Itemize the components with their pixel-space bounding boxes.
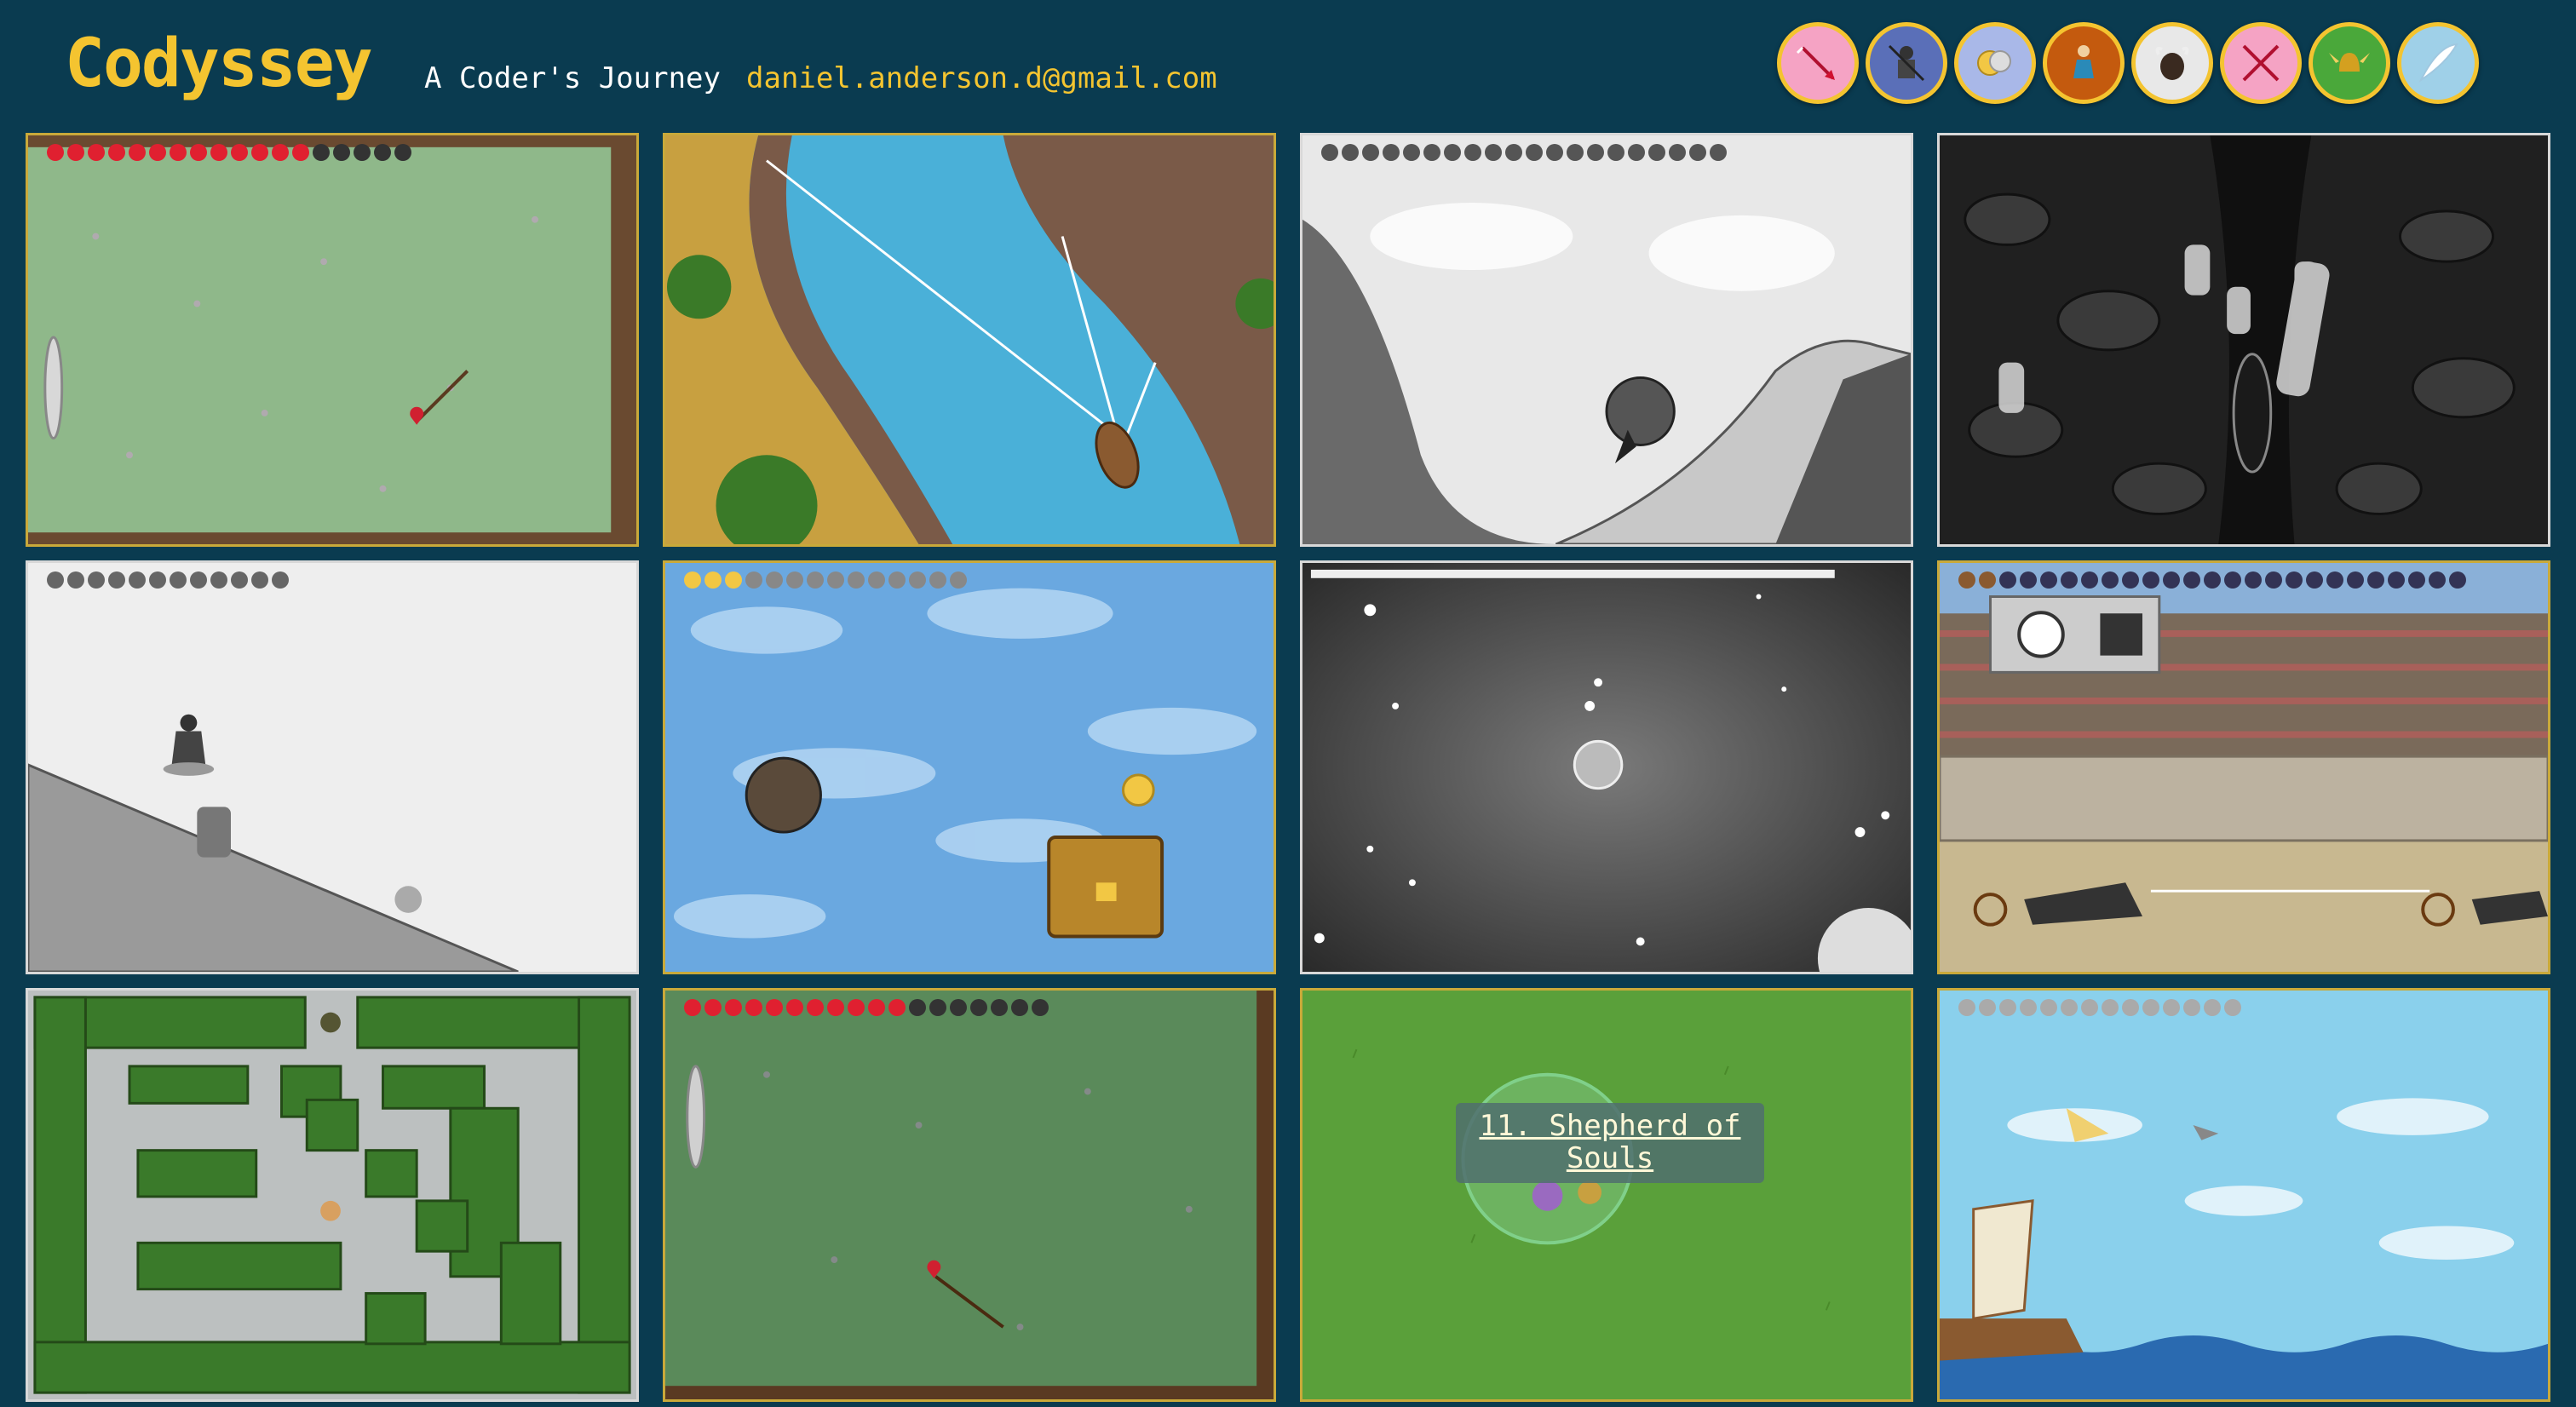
app-logo[interactable]: Codyssey [65, 26, 373, 102]
arrow-count [47, 571, 289, 589]
achievement-badges [1777, 22, 2479, 104]
arrow-icon[interactable] [1777, 22, 1859, 104]
sea-scene [1940, 991, 2548, 1399]
level-tile-6[interactable] [663, 560, 1276, 974]
sky-scene [665, 563, 1274, 972]
sheep-icon [1532, 1180, 1563, 1211]
meadow-scene-2 [665, 991, 1274, 1399]
hill-scene [1302, 135, 1911, 544]
coins-icon[interactable] [1954, 22, 2036, 104]
shepherd-icon [1578, 1180, 1602, 1204]
shield-icon [43, 336, 64, 440]
ferry-boat-icon [2232, 353, 2273, 474]
level-tile-12[interactable] [1937, 988, 2550, 1402]
shield-icon [686, 1065, 706, 1169]
boulder-icon [1605, 376, 1676, 446]
chariot-scene [1940, 563, 2548, 972]
level-tile-4[interactable] [1937, 133, 2550, 547]
crossed-arrows-icon[interactable] [2220, 22, 2302, 104]
health-hearts [47, 144, 411, 161]
fist-rock-icon [197, 807, 231, 858]
level-tile-11[interactable]: 11. Shepherd of Souls [1300, 988, 1913, 1402]
starfield-scene [1302, 563, 1911, 972]
progress-tokens [1321, 144, 1727, 161]
slope-scene [28, 563, 636, 972]
health-hearts [684, 999, 1049, 1016]
level-tile-10[interactable] [663, 988, 1276, 1402]
hero-icon [320, 1200, 341, 1221]
level-tile-7[interactable] [1300, 560, 1913, 974]
coin-tokens [684, 571, 967, 589]
maze-scene [28, 991, 636, 1399]
level-tile-5[interactable] [26, 560, 639, 974]
minotaur-icon [320, 1012, 341, 1033]
underworld-scene [1940, 135, 2548, 544]
feather-count [1958, 999, 2241, 1016]
level-grid: 11. Shepherd of Souls [26, 133, 2552, 1405]
field-scene [1302, 991, 1911, 1399]
coin-icon [1121, 773, 1155, 807]
level-tile-3[interactable] [1300, 133, 1913, 547]
boulder-icon [745, 756, 822, 834]
meadow-scene [28, 135, 636, 544]
feather-wing-icon[interactable] [2397, 22, 2479, 104]
level-tooltip[interactable]: 11. Shepherd of Souls [1456, 1103, 1764, 1183]
level-tile-8[interactable] [1937, 560, 2550, 974]
app-subtitle: A Coder's Journey [424, 61, 721, 95]
clock-icon [2017, 611, 2065, 658]
figure-icon [1573, 739, 1624, 790]
user-email[interactable]: daniel.anderson.d@gmail.com [746, 61, 1217, 95]
app-header: Codyssey A Coder's Journey daniel.anders… [0, 0, 2576, 128]
runner-icon [171, 731, 206, 766]
level-tile-9[interactable] [26, 988, 639, 1402]
lap-tokens [1958, 571, 2466, 589]
winged-helmet-icon[interactable] [2309, 22, 2390, 104]
bull-icon[interactable] [2131, 22, 2213, 104]
seated-figure-icon[interactable] [2043, 22, 2125, 104]
river-scene [665, 135, 1274, 544]
armored-warrior-icon[interactable] [1866, 22, 1947, 104]
level-tile-2[interactable] [663, 133, 1276, 547]
level-tile-1[interactable] [26, 133, 639, 547]
